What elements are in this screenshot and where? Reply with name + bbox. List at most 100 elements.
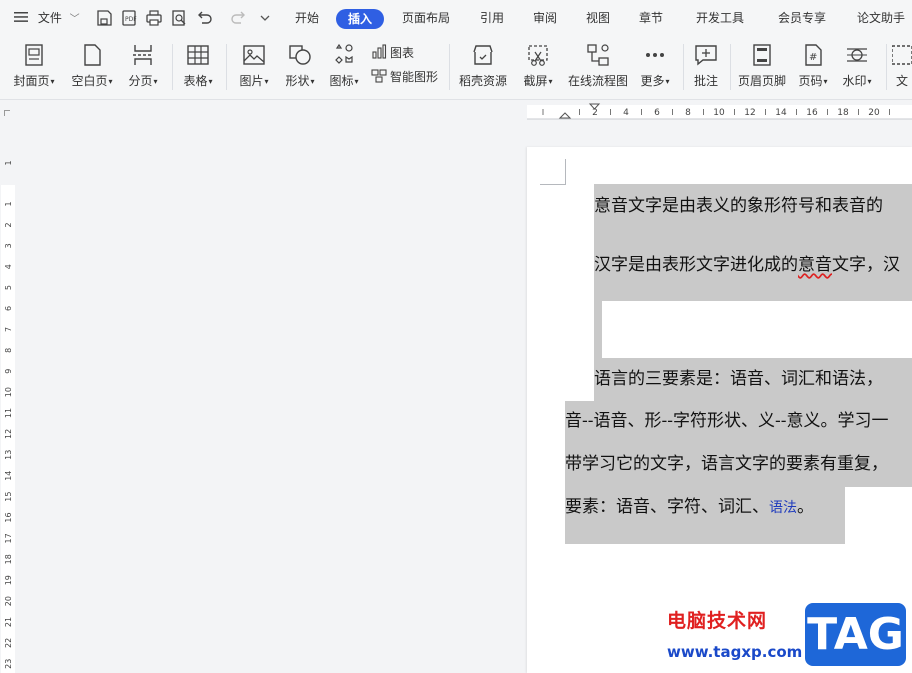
bar-chart-icon — [372, 44, 387, 59]
ruler-label: 6 — [654, 108, 660, 118]
hamburger-icon — [14, 1, 28, 37]
cover-page-icon — [21, 42, 47, 68]
ruler-label: 12 — [4, 429, 13, 439]
comment-button[interactable]: 批注 — [688, 40, 724, 94]
paragraph-line: 汉字是由表形文字进化成的意音文字，汉 — [594, 254, 900, 276]
chart-button[interactable]: 图表 — [371, 44, 414, 62]
vertical-ruler[interactable]: 1 1 2 3 4 5 6 7 8 9 10 11 12 13 14 15 16 17 18 19 20 21 22 23 — [0, 123, 16, 673]
text-run: 。 — [797, 497, 814, 517]
ruler-label: 9 — [4, 369, 13, 374]
ruler-label: 12 — [744, 108, 755, 118]
text-run: 汉字是由表形文字进化成的 — [594, 255, 798, 275]
svg-text:#: # — [809, 52, 817, 63]
paragraph-line: 语言的三要素是：语音、词汇和语法， — [594, 369, 883, 389]
comment-label: 批注 — [693, 74, 718, 88]
tab-page-layout[interactable]: 页面布局 — [402, 0, 450, 36]
shape-label: 形状 — [285, 74, 310, 88]
undo-icon[interactable] — [195, 9, 221, 27]
tab-chapter[interactable]: 章节 — [639, 0, 663, 36]
horizontal-ruler[interactable]: 2 4 6 8 10 12 14 16 18 20 — [0, 101, 912, 123]
flowchart-button[interactable]: 在线流程图 — [564, 40, 632, 94]
shape-icon — [287, 42, 313, 68]
ruler-label: 15 — [4, 492, 13, 502]
resources-button[interactable]: 稻壳资源 — [455, 40, 511, 94]
chart-label: 图表 — [390, 46, 415, 60]
file-menu-button[interactable]: 文件 ﹀ — [14, 0, 80, 36]
tab-insert[interactable]: 插入 — [336, 9, 385, 29]
ruler-label: 14 — [775, 108, 787, 118]
icon-library-icon — [331, 42, 357, 68]
export-pdf-icon[interactable]: PDF — [120, 9, 138, 27]
text-box-button[interactable]: 文 — [892, 40, 912, 94]
ruler-label: 13 — [4, 450, 13, 460]
picture-button[interactable]: 图片▾ — [232, 40, 276, 94]
ruler-label: 10 — [4, 387, 13, 397]
cover-page-button[interactable]: 封面页▾ — [8, 40, 60, 94]
blank-page-button[interactable]: 空白页▾ — [66, 40, 118, 94]
ruler-label: 6 — [4, 306, 13, 311]
watermark-button[interactable]: 水印▾ — [838, 40, 876, 94]
blank-paragraph — [602, 301, 912, 358]
smart-art-button[interactable]: 智能图形 — [371, 68, 438, 86]
print-icon[interactable] — [145, 9, 163, 27]
chevron-down-icon: ﹀ — [69, 14, 80, 25]
more-button[interactable]: 更多▾ — [634, 40, 676, 94]
ruler-label: 1 — [4, 201, 13, 206]
document-page[interactable]: 意音文字是由表义的象形符号和表音的 汉字是由表形文字进化成的意音文字，汉 语言的… — [527, 147, 912, 673]
ribbon-divider — [172, 44, 173, 90]
comment-plus-icon — [693, 42, 719, 68]
screenshot-label: 截屏 — [523, 74, 548, 88]
page-break-button[interactable]: 分页▾ — [122, 40, 164, 94]
paragraph-line: 要素：语音、字符、词汇、语法。 — [565, 496, 814, 519]
text-run: 文字，汉 — [832, 255, 900, 275]
spelling-error-word[interactable]: 意音 — [798, 255, 832, 275]
tab-references[interactable]: 引用 — [480, 0, 504, 36]
table-icon — [185, 42, 211, 68]
watermark-url: www.tagxp.com — [667, 643, 803, 661]
ruler-label: 7 — [4, 327, 13, 332]
watermark-site-name: 电脑技术网 — [667, 610, 768, 632]
ruler-label: 2 — [592, 108, 598, 118]
cover-page-label: 封面页 — [13, 74, 50, 88]
tab-view[interactable]: 视图 — [586, 0, 610, 36]
more-dots-icon — [642, 42, 668, 68]
icon-library-button[interactable]: 图标▾ — [322, 40, 366, 94]
customize-toolbar-icon[interactable] — [256, 9, 270, 27]
shape-button[interactable]: 形状▾ — [278, 40, 322, 94]
flowchart-label: 在线流程图 — [567, 74, 628, 88]
ruler-corner-icon — [4, 110, 10, 116]
header-footer-icon — [749, 42, 775, 68]
picture-label: 图片 — [239, 74, 264, 88]
ruler-label: 18 — [4, 554, 13, 564]
tab-member[interactable]: 会员专享 — [778, 0, 826, 36]
page-break-label: 分页 — [128, 74, 153, 88]
text-run: 要素：语音、字符、词汇、 — [565, 497, 769, 517]
ruler-label: 19 — [4, 575, 13, 585]
page-number-button[interactable]: # 页码▾ — [794, 40, 832, 94]
tab-developer[interactable]: 开发工具 — [696, 0, 744, 36]
grammar-link-text[interactable]: 语法 — [769, 500, 797, 516]
header-footer-button[interactable]: 页眉页脚 — [734, 40, 790, 94]
ruler-label: 10 — [713, 108, 725, 118]
ruler-label: 21 — [4, 617, 13, 627]
ruler-label: 22 — [4, 638, 13, 648]
ruler-label: 8 — [4, 348, 13, 353]
tab-paper-assistant[interactable]: 论文助手 — [857, 0, 905, 36]
page-break-icon — [130, 42, 156, 68]
table-button[interactable]: 表格▾ — [176, 40, 220, 94]
screenshot-button[interactable]: 截屏▾ — [516, 40, 560, 94]
tab-home[interactable]: 开始 — [295, 0, 319, 36]
table-label: 表格 — [183, 74, 208, 88]
insert-ribbon: 封面页▾ 空白页▾ 分页▾ 表格▾ 图片▾ 形状▾ 图标▾ 图表 智能图形 稻壳… — [0, 36, 912, 100]
smart-art-icon — [371, 69, 387, 83]
redo-icon[interactable] — [230, 9, 248, 27]
tab-review[interactable]: 审阅 — [533, 0, 557, 36]
ruler-label: 4 — [623, 108, 629, 118]
title-menu-bar: 文件 ﹀ PDF 开始 插入 页面布局 引用 审阅 视图 章节 开发工具 会员专… — [0, 0, 912, 36]
ruler-label: 17 — [4, 533, 13, 543]
print-preview-icon[interactable] — [170, 9, 188, 27]
ruler-label: 1 — [4, 160, 13, 165]
save-icon[interactable] — [95, 9, 113, 27]
paragraph-line: 音--语音、形--字符形状、义--意义。学习一 — [565, 411, 889, 431]
blank-page-icon — [79, 42, 105, 68]
